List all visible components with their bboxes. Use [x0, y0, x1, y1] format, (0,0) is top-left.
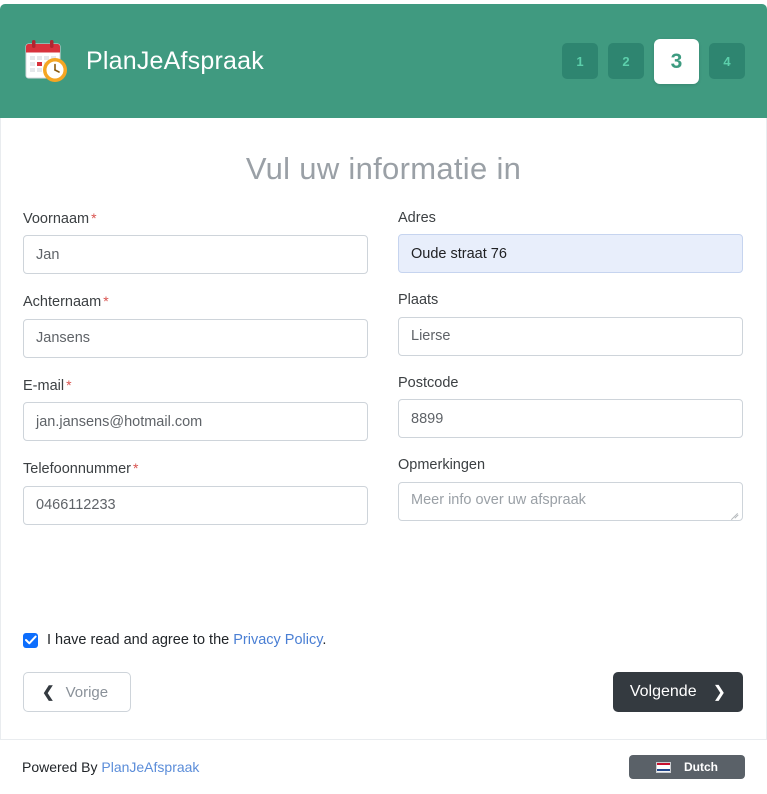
input-email[interactable]: jan.jansens@hotmail.com: [23, 402, 368, 442]
label-telefoonnummer-text: Telefoonnummer: [23, 461, 131, 478]
field-opmerkingen: Opmerkingen Meer info over uw afspraak: [398, 457, 743, 521]
appointment-form-page: PlanJeAfspraak 1 2 3 4 Vul uw informatie…: [0, 0, 767, 794]
label-achternaam-text: Achternaam: [23, 294, 102, 311]
input-opmerkingen[interactable]: Meer info over uw afspraak: [398, 481, 743, 521]
consent-row: I have read and agree to the Privacy Pol…: [23, 632, 326, 648]
step-4[interactable]: 4: [709, 43, 745, 79]
label-postcode: Postcode: [398, 374, 459, 391]
navigation-row: ❮ Vorige Volgende ❯: [23, 672, 743, 712]
required-marker: *: [91, 210, 97, 226]
input-telefoonnummer[interactable]: 0466112233: [23, 485, 368, 525]
chevron-right-icon: ❯: [712, 684, 726, 701]
form-column-right: Adres Oude straat 76 Plaats Lierse Postc…: [398, 210, 743, 544]
field-telefoonnummer: Telefoonnummer * 0466112233: [23, 460, 368, 525]
powered-by-prefix: Powered By: [22, 759, 102, 775]
label-voornaam-text: Voornaam: [23, 211, 90, 227]
field-voornaam: Voornaam * Jan: [23, 210, 368, 275]
consent-label: I have read and agree to the Privacy Pol…: [47, 632, 326, 648]
field-achternaam: Achternaam * Jansens: [23, 293, 368, 358]
input-achternaam[interactable]: Jansens: [23, 318, 368, 358]
field-postcode: Postcode 8899: [398, 374, 743, 439]
form-column-left: Voornaam * Jan Achternaam * Jansens E-mail…: [23, 210, 368, 544]
step-2[interactable]: 2: [608, 43, 644, 79]
field-adres: Adres Oude straat 76: [398, 210, 743, 274]
powered-by: Powered By PlanJeAfspraak: [22, 759, 199, 775]
required-marker: *: [66, 376, 72, 393]
privacy-policy-checkbox[interactable]: [23, 632, 38, 648]
next-button-label: Volgende: [629, 683, 697, 700]
next-button[interactable]: Volgende ❯: [612, 672, 743, 712]
powered-by-link[interactable]: PlanJeAfspraak: [101, 759, 199, 775]
step-3[interactable]: 3: [654, 38, 699, 84]
form-card: Vul uw informatie in Voornaam * Jan Achte…: [0, 118, 767, 739]
previous-button[interactable]: ❮ Vorige: [23, 672, 132, 712]
check-icon: [24, 635, 37, 644]
chevron-left-icon: ❮: [42, 684, 55, 701]
label-achternaam: Achternaam *: [23, 293, 368, 311]
label-email-text: E-mail: [23, 377, 65, 394]
form-grid: Voornaam * Jan Achternaam * Jansens E-mail…: [23, 210, 743, 544]
field-plaats: Plaats Lierse: [398, 292, 743, 356]
consent-text-after: .: [322, 632, 327, 648]
brand-title: PlanJeAfspraak: [86, 46, 264, 75]
label-email: E-mail *: [23, 377, 368, 395]
step-1[interactable]: 1: [562, 43, 598, 79]
app-footer: Powered By PlanJeAfspraak Dutch: [0, 739, 767, 794]
previous-button-label: Vorige: [65, 683, 109, 701]
language-selector[interactable]: Dutch: [629, 755, 745, 779]
input-adres[interactable]: Oude straat 76: [398, 234, 743, 274]
step-indicator: 1 2 3 4: [562, 38, 745, 84]
label-voornaam: Voornaam *: [23, 210, 368, 228]
dutch-flag-icon: [656, 761, 671, 773]
resize-handle-icon[interactable]: [729, 507, 741, 520]
field-email: E-mail * jan.jansens@hotmail.com: [23, 377, 368, 442]
app-header: PlanJeAfspraak 1 2 3 4: [0, 4, 767, 118]
label-telefoonnummer: Telefoonnummer *: [23, 460, 368, 478]
label-opmerkingen: Opmerkingen: [398, 457, 486, 474]
input-postcode[interactable]: 8899: [398, 399, 743, 439]
consent-text-before: I have read and agree to the: [47, 632, 234, 648]
required-marker: *: [103, 293, 109, 310]
brand: PlanJeAfspraak: [22, 36, 264, 86]
label-adres: Adres: [398, 210, 436, 226]
privacy-policy-link[interactable]: Privacy Policy: [233, 632, 322, 648]
language-label: Dutch: [684, 760, 718, 774]
required-marker: *: [133, 460, 139, 477]
page-title: Vul uw informatie in: [245, 151, 522, 186]
input-voornaam[interactable]: Jan: [23, 235, 368, 275]
input-plaats[interactable]: Lierse: [398, 316, 743, 356]
label-plaats: Plaats: [398, 292, 439, 309]
calendar-clock-icon: [22, 36, 72, 86]
